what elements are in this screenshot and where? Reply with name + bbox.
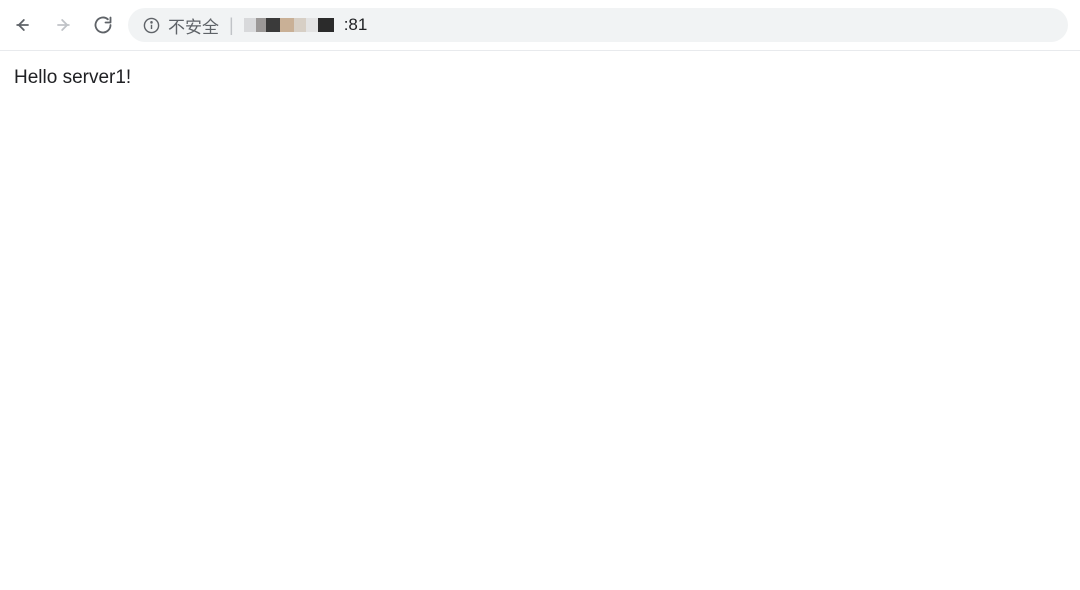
address-bar[interactable]: 不安全 | :81: [128, 8, 1068, 42]
security-label: 不安全: [168, 13, 219, 38]
arrow-right-icon: [53, 15, 73, 35]
reload-icon: [93, 15, 113, 35]
page-content: Hello server1!: [0, 51, 1080, 105]
body-text: Hello server1!: [14, 67, 131, 88]
url-port: :81: [342, 15, 368, 35]
browser-toolbar: 不安全 | :81: [0, 0, 1080, 51]
back-button[interactable]: [12, 14, 34, 36]
forward-button[interactable]: [52, 14, 74, 36]
arrow-left-icon: [13, 15, 33, 35]
obscured-host: [244, 15, 334, 35]
info-icon[interactable]: [142, 16, 160, 34]
nav-buttons: [12, 14, 118, 36]
reload-button[interactable]: [92, 14, 114, 36]
address-divider: |: [227, 15, 236, 36]
